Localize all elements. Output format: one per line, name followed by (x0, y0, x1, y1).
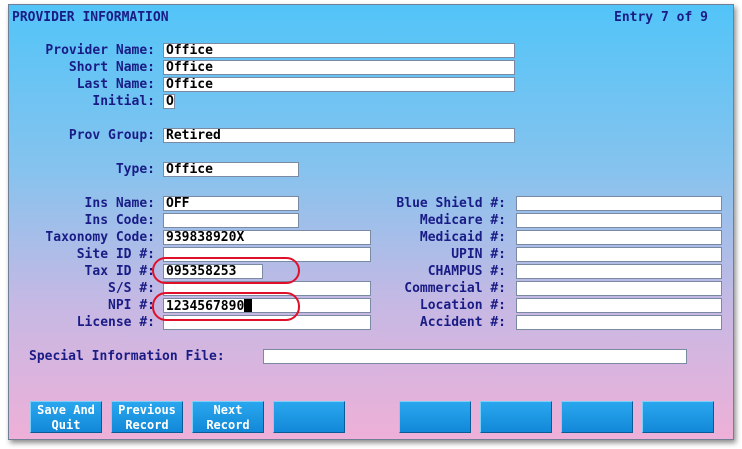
entry-counter: Entry 7 of 9 (614, 10, 708, 25)
commercial-label: Commercial #: (404, 281, 506, 296)
function-key-5-button[interactable] (399, 401, 471, 433)
license-label: License #: (76, 315, 155, 330)
screen-title: PROVIDER INFORMATION (12, 10, 169, 25)
function-key-4-button[interactable] (273, 401, 345, 433)
location-field[interactable] (516, 298, 722, 313)
previous-record-button[interactable]: Previous Record (111, 401, 183, 433)
commercial-field[interactable] (516, 281, 722, 296)
initial-label: Initial: (92, 94, 155, 109)
provider-name-label: Provider Name: (45, 43, 155, 58)
blue-shield-field[interactable] (516, 196, 722, 211)
special-info-field[interactable] (263, 349, 687, 364)
accident-field[interactable] (516, 315, 722, 330)
npi-highlight (152, 292, 300, 321)
function-key-7-button[interactable] (561, 401, 633, 433)
ins-name-label: Ins Name: (84, 196, 155, 211)
tax-id-highlight (152, 257, 300, 284)
next-record-button[interactable]: Next Record (192, 401, 264, 433)
ins-code-label: Ins Code: (84, 213, 155, 228)
accident-label: Accident #: (419, 315, 506, 330)
function-key-8-button[interactable] (642, 401, 714, 433)
medicaid-field[interactable] (516, 230, 722, 245)
location-label: Location #: (419, 298, 506, 313)
npi-label: NPI #: (108, 298, 155, 313)
terminal-screen: PROVIDER INFORMATION Entry 7 of 9 Provid… (8, 4, 734, 440)
upin-field[interactable] (516, 247, 722, 262)
ins-name-field[interactable]: OFF (163, 196, 299, 211)
site-id-label: Site ID #: (76, 247, 155, 262)
type-label: Type: (115, 162, 155, 177)
last-name-label: Last Name: (76, 77, 155, 92)
tax-id-label: Tax ID #: (84, 264, 155, 279)
last-name-field[interactable]: Office (163, 77, 515, 92)
medicaid-label: Medicaid #: (419, 230, 506, 245)
type-field[interactable]: Office (163, 162, 299, 177)
medicare-label: Medicare #: (419, 213, 506, 228)
medicare-field[interactable] (516, 213, 722, 228)
taxonomy-code-label: Taxonomy Code: (45, 230, 155, 245)
provider-name-field[interactable]: Office (163, 43, 515, 58)
function-key-6-button[interactable] (480, 401, 552, 433)
ss-label: S/S #: (108, 281, 155, 296)
blue-shield-label: Blue Shield #: (396, 196, 506, 211)
champus-field[interactable] (516, 264, 722, 279)
initial-field[interactable]: O (163, 94, 175, 109)
taxonomy-code-field[interactable]: 939838920X (163, 230, 371, 245)
ins-code-field[interactable] (163, 213, 299, 228)
save-and-quit-button[interactable]: Save And Quit (30, 401, 102, 433)
prov-group-label: Prov Group: (68, 128, 155, 143)
short-name-label: Short Name: (68, 60, 155, 75)
special-info-label: Special Information File: (29, 349, 225, 364)
short-name-field[interactable]: Office (163, 60, 515, 75)
champus-label: CHAMPUS #: (427, 264, 506, 279)
upin-label: UPIN #: (451, 247, 506, 262)
prov-group-field[interactable]: Retired (163, 128, 515, 143)
